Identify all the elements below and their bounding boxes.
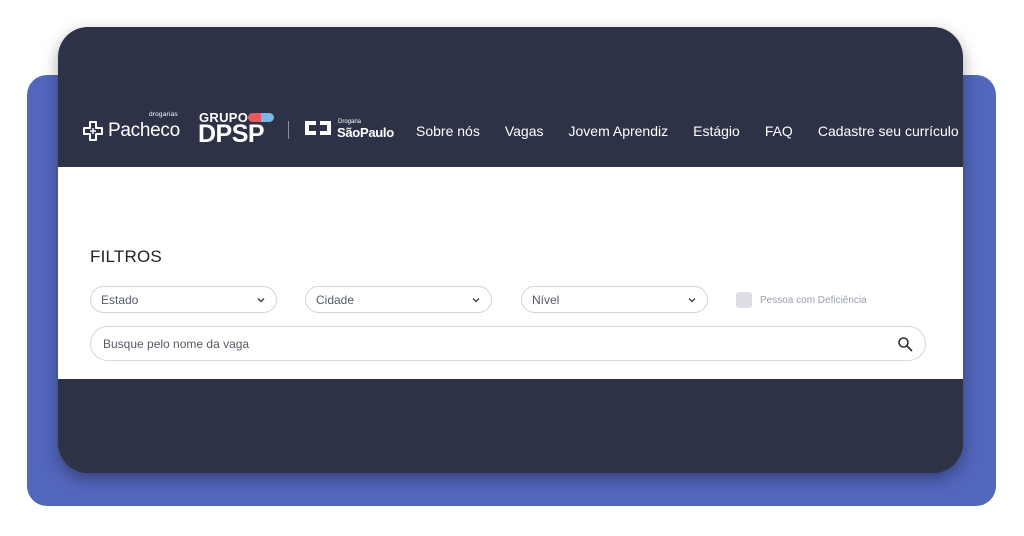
nav-cadastre-curriculo[interactable]: Cadastre seu currículo (818, 123, 959, 139)
cidade-select-value: Cidade (316, 292, 355, 307)
pacheco-wordmark: drogarias Pacheco (108, 111, 180, 142)
nivel-select-value: Nível (532, 292, 560, 307)
pacheco-logo[interactable]: drogarias Pacheco (82, 111, 180, 145)
cidade-select[interactable]: Cidade (305, 286, 492, 313)
search-bar (90, 326, 926, 361)
chevron-down-icon (257, 297, 265, 303)
pcd-label: Pessoa com Deficiência (760, 294, 867, 306)
filters-title: FILTROS (90, 247, 162, 266)
nav-faq[interactable]: FAQ (765, 123, 793, 139)
chevron-down-icon (472, 297, 480, 303)
filters-section: FILTROS Estado Cidade Nível Pessoa com D… (58, 167, 963, 379)
nav-estagio[interactable]: Estágio (693, 123, 740, 139)
pcd-filter: Pessoa com Deficiência (736, 292, 867, 308)
cross-icon (83, 121, 103, 141)
main-nav: Sobre nós Vagas Jovem Aprendiz Estágio F… (416, 123, 959, 139)
nav-sobre-nos[interactable]: Sobre nós (416, 123, 480, 139)
site-header: drogarias Pacheco GRUPO DPSP Drogaria Sã… (58, 27, 963, 167)
estado-select[interactable]: Estado (90, 286, 277, 313)
bracket-mark-icon (305, 121, 331, 135)
nav-jovem-aprendiz[interactable]: Jovem Aprendiz (569, 123, 669, 139)
chevron-down-icon (688, 297, 696, 303)
logo-divider (288, 121, 289, 139)
nivel-select[interactable]: Nível (521, 286, 708, 313)
dpsp-main-label: DPSP (198, 120, 265, 148)
search-input[interactable] (101, 335, 897, 352)
dsp-name-label: SãoPaulo (337, 125, 394, 140)
nav-vagas[interactable]: Vagas (505, 123, 544, 139)
pacheco-sub-label: drogarias (148, 111, 178, 118)
estado-select-value: Estado (101, 292, 139, 307)
dpsp-logo[interactable]: GRUPO DPSP (198, 110, 279, 148)
pcd-checkbox[interactable] (736, 292, 752, 308)
pacheco-name: Pacheco (108, 120, 180, 141)
search-icon[interactable] (897, 336, 913, 352)
site-card: drogarias Pacheco GRUPO DPSP Drogaria Sã… (58, 27, 963, 473)
